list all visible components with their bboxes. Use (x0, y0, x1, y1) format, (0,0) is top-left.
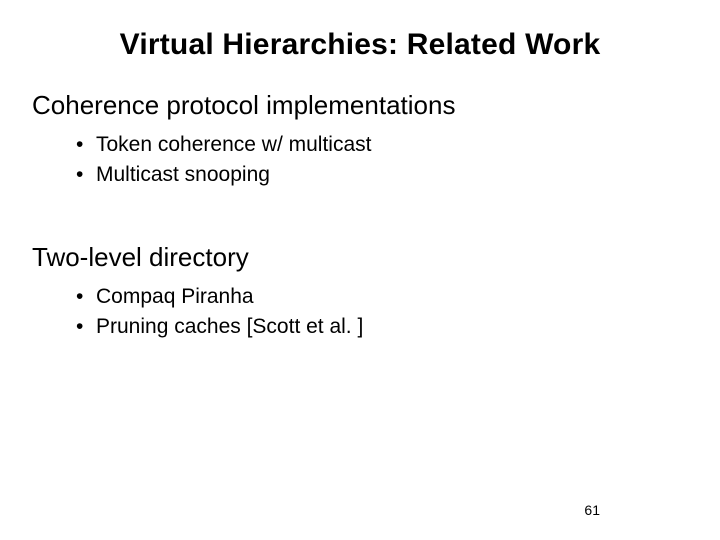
bullet-list-1: Token coherence w/ multicast Multicast s… (76, 131, 688, 190)
section-heading-2: Two-level directory (32, 242, 688, 273)
bullet-list-2: Compaq Piranha Pruning caches [Scott et … (76, 283, 688, 342)
page-number: 61 (584, 502, 600, 518)
list-item: Token coherence w/ multicast (76, 131, 688, 159)
slide: Virtual Hierarchies: Related Work Cohere… (0, 0, 720, 540)
list-item: Compaq Piranha (76, 283, 688, 311)
section-heading-1: Coherence protocol implementations (32, 90, 688, 121)
slide-title: Virtual Hierarchies: Related Work (32, 28, 688, 62)
list-item: Pruning caches [Scott et al. ] (76, 313, 688, 341)
list-item: Multicast snooping (76, 161, 688, 189)
